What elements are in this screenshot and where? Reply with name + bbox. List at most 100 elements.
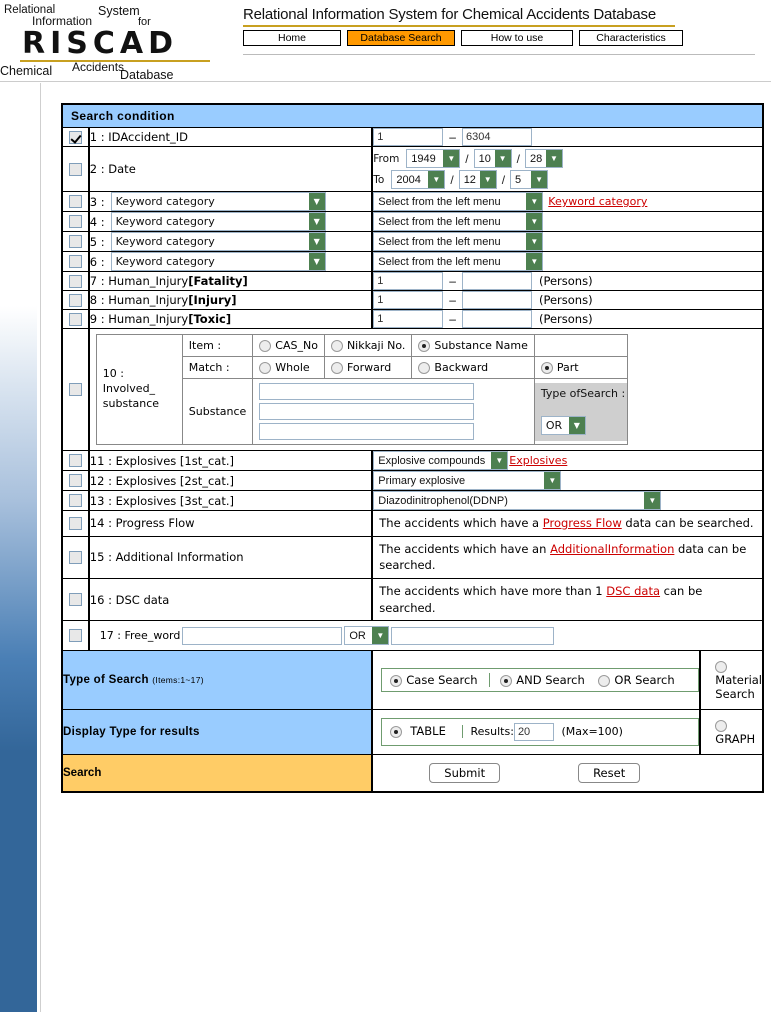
substance-input-3[interactable]: [259, 423, 475, 440]
date-to-year-select[interactable]: 2004 ▼: [391, 170, 446, 189]
radio-table-display[interactable]: [390, 725, 403, 738]
row-checkbox-cell-4[interactable]: [61, 211, 90, 232]
checkbox-row-16[interactable]: [68, 593, 82, 607]
id-from-input[interactable]: [373, 128, 444, 146]
nav-item-home[interactable]: Home: [243, 30, 341, 46]
toxic-from-input[interactable]: [373, 310, 444, 328]
fatality-from-input[interactable]: [373, 272, 444, 290]
free-word-input-1[interactable]: [182, 626, 343, 645]
radio-match-backward[interactable]: [418, 362, 431, 374]
checkbox-row-11[interactable]: [68, 454, 82, 467]
checkbox-row-15[interactable]: [68, 550, 82, 564]
radio-material-search[interactable]: [715, 660, 728, 673]
radio-graph-display[interactable]: [715, 719, 728, 732]
fatality-to-input[interactable]: [461, 272, 532, 290]
option-case-search[interactable]: Case Search: [390, 673, 478, 687]
nav-item-characteristics[interactable]: Characteristics: [579, 30, 683, 46]
row-checkbox-cell-7[interactable]: [61, 271, 90, 291]
keyword-sub-select-6[interactable]: Select from the left menu ▼: [373, 252, 544, 271]
keyword-category-select-3[interactable]: Keyword category ▼: [110, 192, 326, 211]
row-checkbox-cell-14[interactable]: [61, 510, 90, 537]
item-option-substance-name[interactable]: Substance Name: [411, 334, 535, 357]
checkbox-row-3[interactable]: [68, 195, 82, 208]
keyword-category-select-6[interactable]: Keyword category ▼: [110, 252, 326, 271]
row-checkbox-cell-11[interactable]: [61, 450, 90, 471]
nav-item-database-search[interactable]: Database Search: [347, 30, 455, 46]
graph-display-cell[interactable]: GRAPH: [699, 710, 762, 755]
submit-button[interactable]: Submit: [429, 763, 501, 784]
radio-substance-name[interactable]: [418, 340, 431, 352]
free-word-operator-select[interactable]: OR ▼: [344, 626, 390, 646]
nav-item-how-to-use[interactable]: How to use: [461, 30, 573, 46]
checkbox-row-8[interactable]: [68, 293, 82, 307]
material-search-cell[interactable]: Material Search: [699, 651, 762, 710]
explosives-link[interactable]: Explosives: [509, 454, 567, 467]
keyword-sub-select-4[interactable]: Select from the left menu ▼: [373, 212, 544, 231]
additional-information-link[interactable]: AdditionalInformation: [550, 542, 674, 556]
option-table[interactable]: TABLE: [390, 724, 446, 738]
radio-match-whole[interactable]: [259, 362, 272, 374]
radio-cas-no[interactable]: [259, 340, 272, 352]
injury-to-input[interactable]: [461, 291, 532, 309]
explosives-3rd-select[interactable]: Diazodinitrophenol(DDNP) ▼: [373, 491, 662, 510]
checkbox-row-1[interactable]: [68, 130, 82, 144]
checkbox-row-10[interactable]: [68, 383, 82, 396]
row-checkbox-cell-13[interactable]: [61, 490, 90, 511]
row-checkbox-cell-2[interactable]: [61, 146, 90, 192]
item-option-cas[interactable]: CAS_No: [252, 334, 325, 357]
checkbox-row-6[interactable]: [68, 255, 82, 268]
keyword-category-link[interactable]: Keyword category: [548, 195, 647, 208]
radio-case-search[interactable]: [390, 674, 403, 687]
radio-nikkaji-no[interactable]: [330, 340, 343, 352]
option-and-search[interactable]: AND Search: [489, 673, 585, 688]
checkbox-row-13[interactable]: [68, 494, 82, 507]
reset-button[interactable]: Reset: [578, 763, 641, 784]
keyword-category-select-5[interactable]: Keyword category ▼: [110, 232, 326, 251]
radio-match-forward[interactable]: [330, 362, 343, 374]
substance-input-1[interactable]: [259, 383, 475, 400]
row-checkbox-cell-3[interactable]: [61, 191, 90, 212]
date-to-month-select[interactable]: 12 ▼: [458, 170, 497, 189]
keyword-sub-select-5[interactable]: Select from the left menu ▼: [373, 232, 544, 251]
checkbox-row-17[interactable]: [68, 629, 82, 643]
checkbox-row-12[interactable]: [68, 474, 82, 487]
injury-from-input[interactable]: [373, 291, 444, 309]
date-from-year-select[interactable]: 1949 ▼: [406, 149, 461, 168]
checkbox-row-9[interactable]: [68, 312, 82, 326]
match-option-forward[interactable]: Forward: [323, 356, 413, 379]
row-checkbox-cell-16[interactable]: [61, 578, 90, 622]
date-to-day-select[interactable]: 5 ▼: [510, 170, 549, 189]
row-checkbox-cell-8[interactable]: [61, 290, 90, 310]
row-checkbox-cell-10[interactable]: [61, 328, 90, 451]
match-option-part[interactable]: Part: [533, 356, 628, 379]
radio-and-search[interactable]: [500, 674, 513, 687]
row-checkbox-cell-15[interactable]: [61, 535, 90, 580]
progress-flow-link[interactable]: Progress Flow: [543, 516, 622, 530]
date-from-month-select[interactable]: 10 ▼: [473, 149, 512, 168]
type-of-search-select[interactable]: OR ▼: [540, 415, 586, 435]
row-checkbox-cell-12[interactable]: [61, 470, 90, 491]
match-option-backward[interactable]: Backward: [411, 356, 535, 379]
id-to-input[interactable]: [461, 128, 532, 146]
checkbox-row-5[interactable]: [68, 235, 82, 248]
results-count-input[interactable]: [513, 723, 554, 742]
checkbox-row-4[interactable]: [68, 215, 82, 228]
row-checkbox-cell-17[interactable]: [61, 620, 90, 652]
row-checkbox-cell-5[interactable]: [61, 231, 90, 252]
date-from-day-select[interactable]: 28 ▼: [524, 149, 563, 168]
row-checkbox-cell-9[interactable]: [61, 309, 90, 329]
free-word-input-2[interactable]: [391, 626, 555, 645]
match-option-whole[interactable]: Whole: [252, 356, 325, 379]
item-option-nikkaji[interactable]: Nikkaji No.: [323, 334, 413, 357]
radio-or-search[interactable]: [598, 674, 611, 687]
dsc-data-link[interactable]: DSC data: [606, 584, 660, 598]
checkbox-row-7[interactable]: [68, 274, 82, 288]
keyword-category-select-4[interactable]: Keyword category ▼: [110, 212, 326, 231]
explosives-2nd-select[interactable]: Primary explosive ▼: [373, 471, 562, 490]
checkbox-row-2[interactable]: [68, 162, 82, 176]
keyword-sub-select-3[interactable]: Select from the left menu ▼: [373, 192, 544, 211]
toxic-to-input[interactable]: [461, 310, 532, 328]
row-checkbox-cell-1[interactable]: [61, 127, 90, 147]
row-checkbox-cell-6[interactable]: [61, 251, 90, 272]
explosives-1st-select[interactable]: Explosive compounds ▼: [373, 451, 509, 470]
